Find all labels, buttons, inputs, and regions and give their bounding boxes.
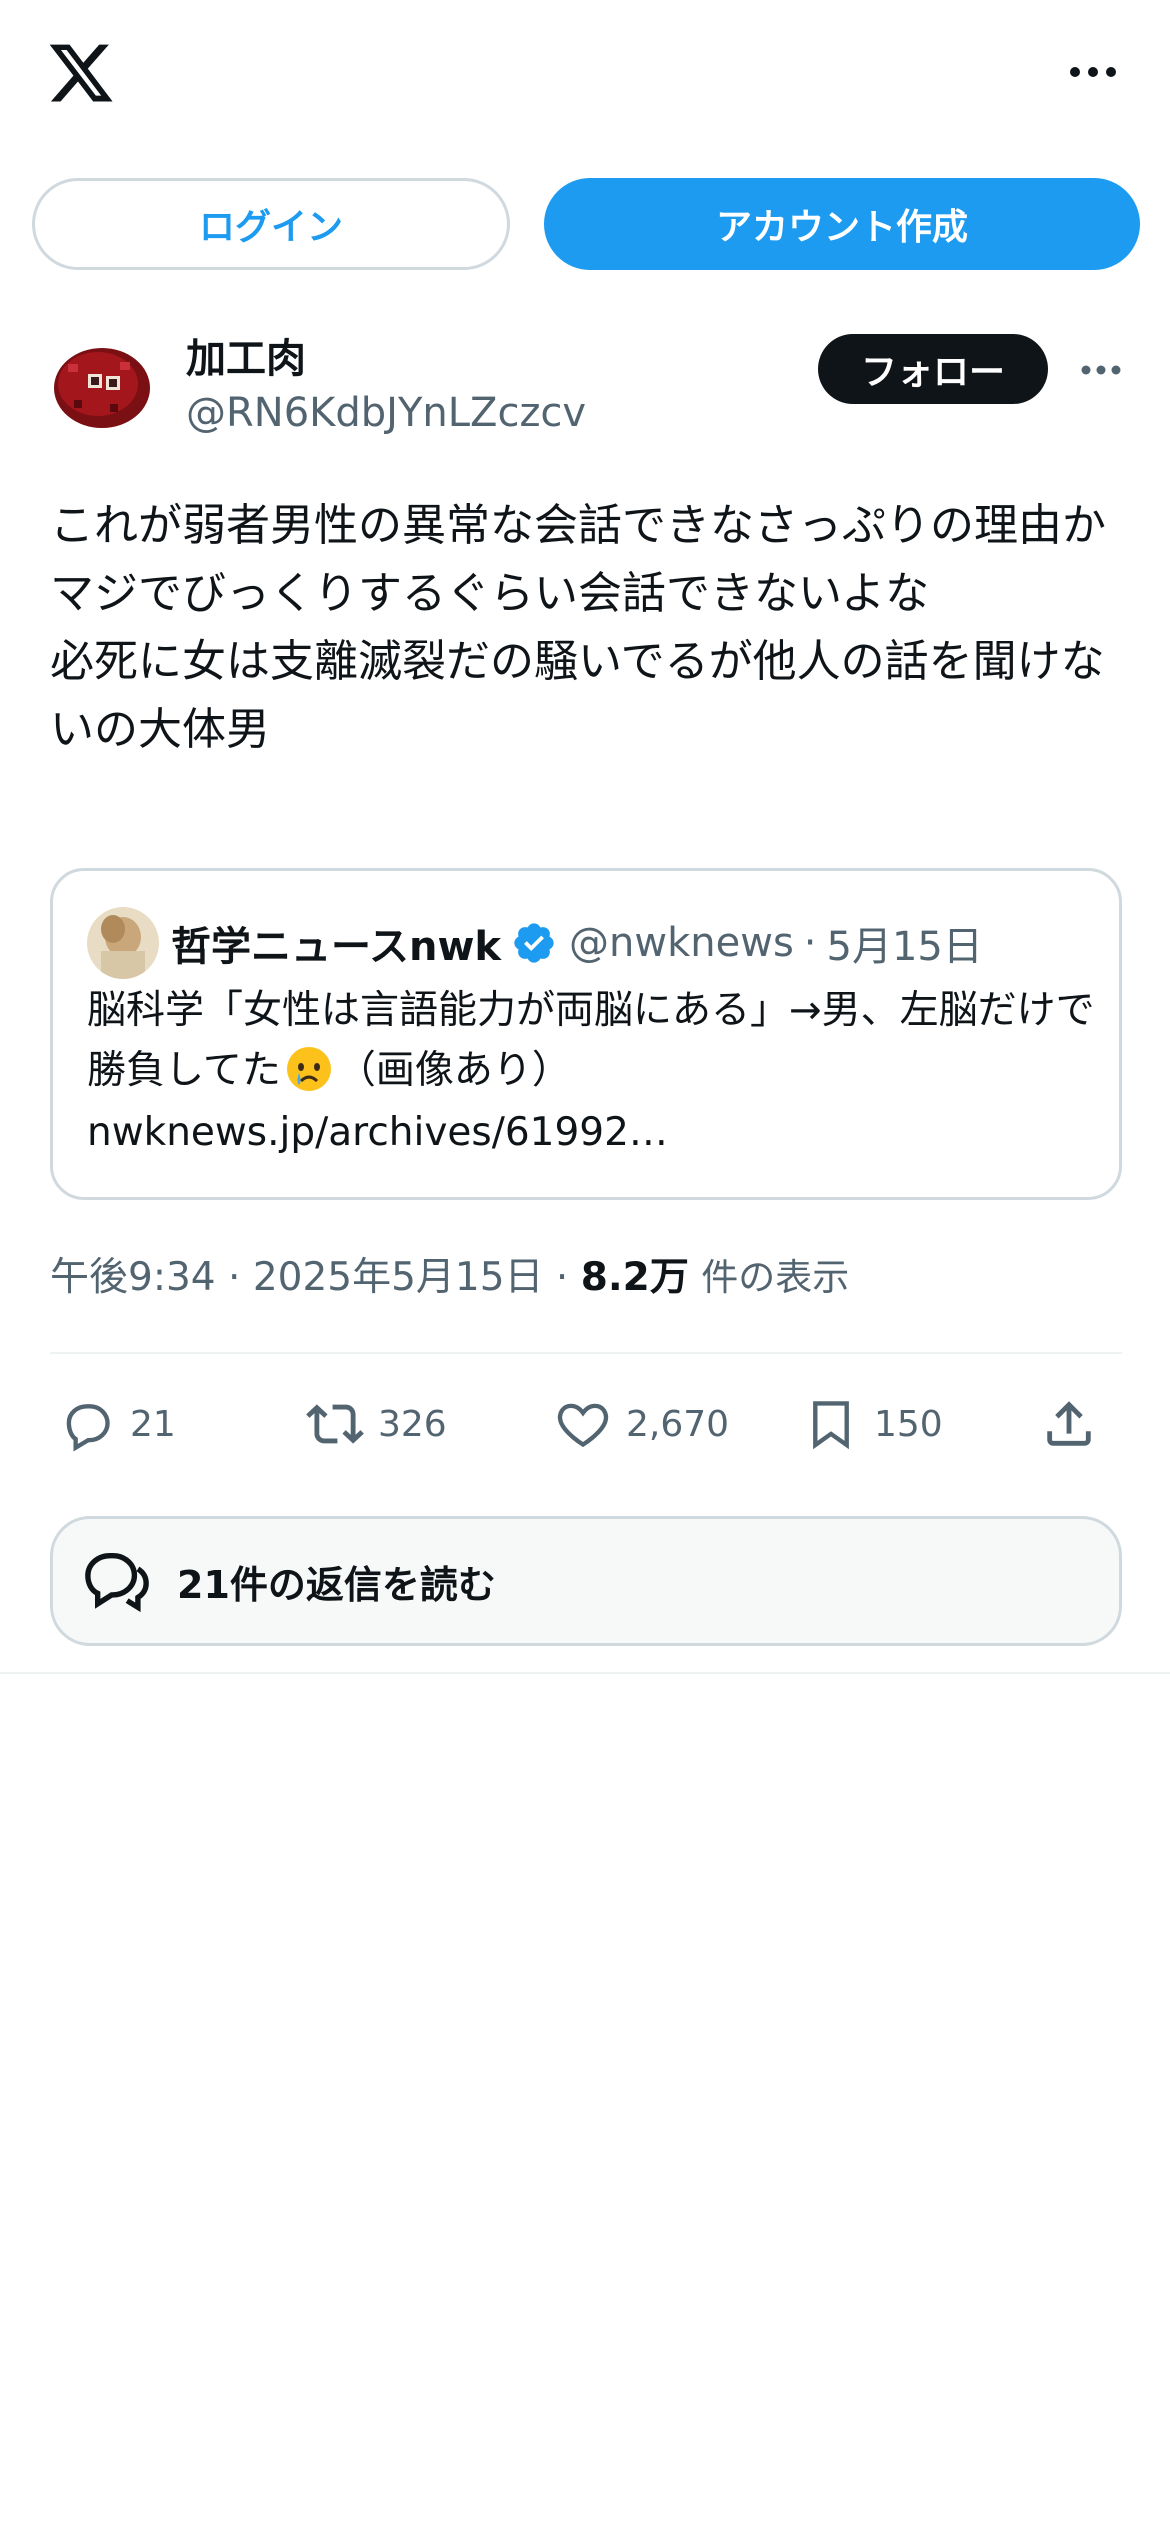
action-bar: 21 326 2,670 150: [50, 1384, 1122, 1464]
quote-text-main: 脳科学「女性は言語能力が両脳にある」→男、左脳だけで勝負してた: [87, 988, 1095, 1093]
quote-text-suffix: （画像あり）: [336, 1048, 571, 1093]
divider: [50, 1352, 1122, 1354]
retweet-icon: [306, 1404, 364, 1444]
conversation-icon: [85, 1552, 149, 1613]
share-icon: [1047, 1401, 1091, 1446]
heart-icon: [557, 1403, 609, 1448]
more-horizontal-icon[interactable]: [1068, 62, 1118, 82]
tweet-text: これが弱者男性の異常な会話できなさっぷりの理由か マジでびっくりするぐらい会話で…: [50, 500, 1106, 755]
quote-author-name[interactable]: 哲学ニュースnwk: [171, 914, 501, 972]
bookmark-button[interactable]: 150: [802, 1384, 943, 1464]
quote-link[interactable]: nwknews.jp/archives/61992…: [87, 1103, 668, 1163]
auth-bar: ログイン アカウント作成: [32, 178, 1140, 270]
follow-button[interactable]: フォロー: [818, 334, 1048, 404]
author-handle[interactable]: @RN6KdbJYnLZczcv: [186, 390, 586, 436]
bookmark-icon: [813, 1401, 849, 1450]
like-button[interactable]: 2,670: [554, 1384, 729, 1464]
author-name[interactable]: 加工肉: [186, 326, 306, 384]
retweet-button[interactable]: 326: [306, 1384, 447, 1464]
quote-author-handle[interactable]: @nwknews: [569, 920, 794, 966]
crying-face-emoji-icon: [286, 1047, 331, 1091]
quote-date[interactable]: 5月15日: [827, 914, 983, 972]
like-count: 2,670: [626, 1403, 730, 1445]
tweet-time[interactable]: 午後9:34: [50, 1255, 216, 1300]
divider: [0, 1672, 1170, 1674]
retweet-count: 326: [378, 1403, 447, 1445]
reply-button[interactable]: 21: [58, 1384, 176, 1464]
tweet-author: 加工肉 @RN6KdbJYnLZczcv フォロー: [50, 320, 1130, 460]
read-replies-label: 21件の返信を読む: [177, 1562, 496, 1607]
x-logo-icon[interactable]: [46, 38, 116, 108]
reply-icon: [66, 1404, 110, 1452]
verified-badge-icon: [514, 923, 554, 963]
share-button[interactable]: [1040, 1384, 1112, 1464]
reply-count: 21: [130, 1403, 176, 1445]
tweet-date[interactable]: 2025年5月15日: [253, 1255, 544, 1300]
quote-header: 哲学ニュースnwk @nwknews · 5月15日: [171, 907, 983, 979]
read-replies-button[interactable]: 21件の返信を読む: [50, 1516, 1122, 1646]
top-bar: [0, 0, 1170, 150]
separator-dot: ·: [228, 1255, 241, 1300]
separator-dot: ·: [555, 1255, 569, 1300]
separator-dot: ·: [803, 920, 817, 966]
avatar[interactable]: [50, 334, 154, 438]
quoted-tweet[interactable]: 哲学ニュースnwk @nwknews · 5月15日 脳科学「女性は言語能力が両…: [50, 868, 1122, 1200]
bookmark-count: 150: [874, 1403, 943, 1445]
more-horizontal-icon[interactable]: [1080, 362, 1122, 378]
tweet-meta: 午後9:34 · 2025年5月15日 · 8.2万 件の表示: [50, 1246, 849, 1302]
quote-text: 脳科学「女性は言語能力が両脳にある」→男、左脳だけで勝負してた （画像あり）: [87, 981, 1097, 1101]
create-account-button[interactable]: アカウント作成: [544, 178, 1140, 270]
views-label: 件の表示: [701, 1256, 850, 1299]
quote-avatar[interactable]: [87, 907, 159, 979]
views-count: 8.2万: [580, 1255, 689, 1300]
login-button[interactable]: ログイン: [32, 178, 510, 270]
